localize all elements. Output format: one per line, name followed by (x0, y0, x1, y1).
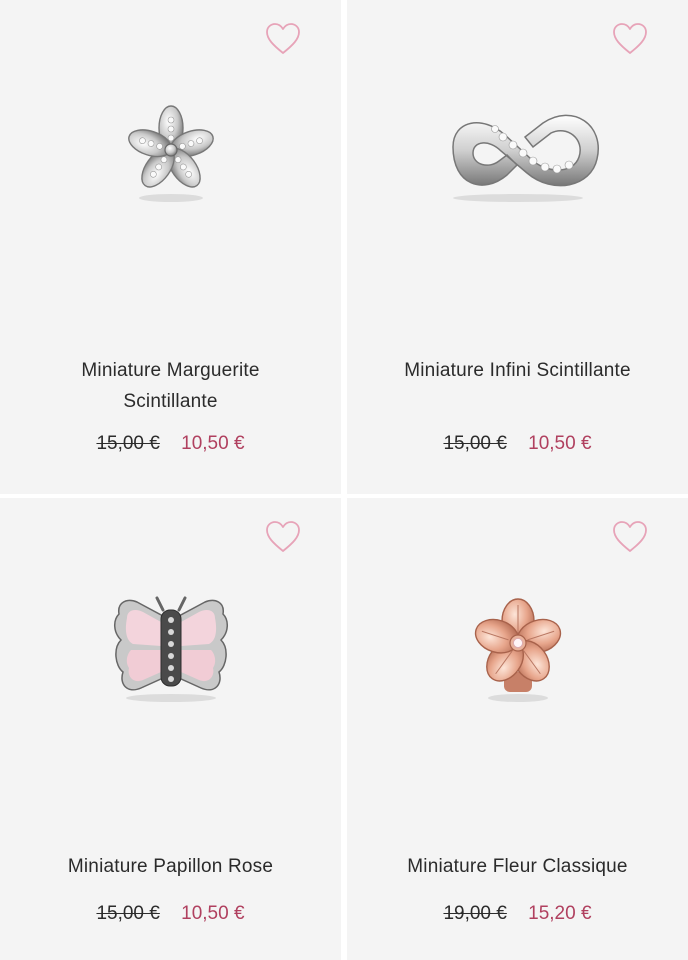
product-title[interactable]: Miniature Fleur Classique (387, 851, 648, 882)
original-price: 15,00 € (443, 433, 507, 454)
product-prices: 15,00 € 10,50 € (0, 433, 341, 455)
heart-icon[interactable] (265, 22, 301, 56)
product-image-butterfly[interactable] (0, 588, 341, 718)
product-image-flower[interactable] (347, 588, 688, 718)
sale-price: 10,50 € (528, 433, 592, 454)
product-prices: 19,00 € 15,20 € (347, 903, 688, 925)
heart-icon[interactable] (612, 520, 648, 554)
heart-icon[interactable] (612, 22, 648, 56)
product-image-daisy[interactable] (0, 95, 341, 225)
product-card[interactable]: Miniature Infini Scintillante 15,00 € 10… (347, 0, 688, 494)
sale-price: 15,20 € (528, 903, 592, 924)
product-prices: 15,00 € 10,50 € (0, 903, 341, 925)
product-grid: Miniature Marguerite Scintillante 15,00 … (0, 0, 688, 960)
product-image-infinity[interactable] (347, 95, 688, 225)
product-card[interactable]: Miniature Papillon Rose 15,00 € 10,50 € (0, 498, 341, 960)
product-title[interactable]: Miniature Infini Scintillante (387, 355, 648, 386)
sale-price: 10,50 € (181, 903, 245, 924)
heart-icon[interactable] (265, 520, 301, 554)
product-card[interactable]: Miniature Marguerite Scintillante 15,00 … (0, 0, 341, 494)
product-card[interactable]: Miniature Fleur Classique 19,00 € 15,20 … (347, 498, 688, 960)
original-price: 19,00 € (443, 903, 507, 924)
product-prices: 15,00 € 10,50 € (347, 433, 688, 455)
original-price: 15,00 € (96, 903, 160, 924)
sale-price: 10,50 € (181, 433, 245, 454)
product-title[interactable]: Miniature Marguerite Scintillante (40, 355, 301, 417)
original-price: 15,00 € (96, 433, 160, 454)
product-title[interactable]: Miniature Papillon Rose (40, 851, 301, 882)
